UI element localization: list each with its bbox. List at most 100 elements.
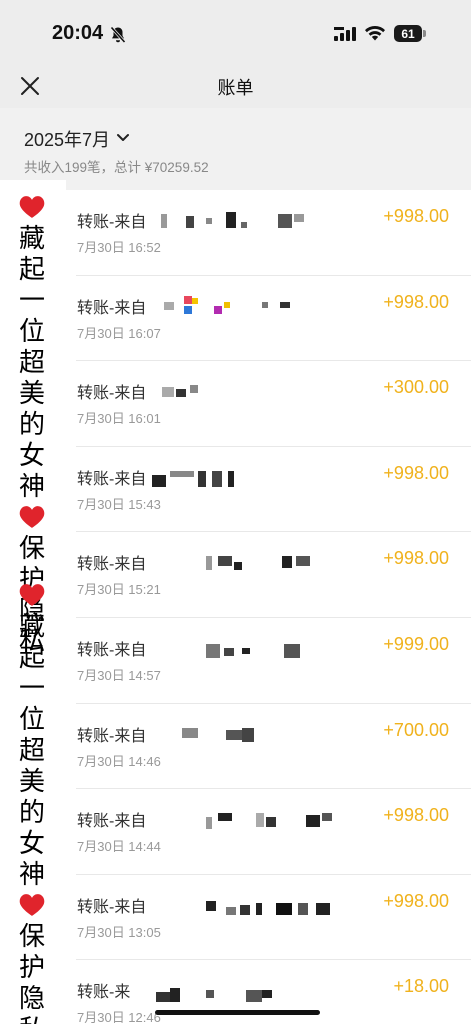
mosaic-pixel bbox=[284, 643, 300, 658]
transaction-time: 7月30日 14:44 bbox=[77, 839, 161, 855]
mosaic-pixel bbox=[206, 990, 214, 999]
mosaic-pixel bbox=[242, 647, 250, 654]
transaction-time: 7月30日 16:52 bbox=[77, 240, 161, 255]
mosaic-pixel bbox=[190, 385, 198, 394]
mosaic-pixel bbox=[226, 729, 242, 740]
transaction-time: 7月30日 16:01 bbox=[77, 411, 161, 427]
transaction-title: 转账-来自 bbox=[77, 898, 147, 916]
transaction-row[interactable]: 转账-来自 7月30日 15:43 +998.00 bbox=[66, 447, 471, 533]
mosaic-pixel bbox=[184, 305, 192, 314]
overlay-char: 位 bbox=[18, 704, 45, 734]
mosaic-pixel bbox=[206, 218, 212, 224]
mosaic-pixel bbox=[246, 990, 262, 1003]
transaction-amount: +998.00 bbox=[383, 890, 449, 911]
mosaic-pixel bbox=[240, 904, 250, 915]
transaction-row[interactable]: 转账-来自 7月30日 16:01 +300.00 bbox=[66, 361, 471, 447]
transaction-row[interactable]: 转账-来自 7月30日 13:05 +998.00 bbox=[66, 875, 471, 961]
status-time: 20:04 bbox=[52, 22, 104, 44]
overlay-char: 神 bbox=[18, 471, 45, 501]
transaction-amount: +998.00 bbox=[383, 206, 449, 226]
mosaic-pixel bbox=[170, 988, 180, 1003]
mosaic-pixel bbox=[218, 813, 232, 822]
transaction-row[interactable]: 转账-来自 7月30日 14:57 +999.00 bbox=[66, 618, 471, 704]
transaction-time: 7月30日 14:57 bbox=[77, 667, 161, 683]
overlay-char: 私 bbox=[16, 1014, 48, 1024]
overlay-char: 藏 bbox=[18, 611, 45, 641]
home-indicator[interactable] bbox=[155, 1010, 320, 1015]
transaction-title: 转账-来自 bbox=[77, 727, 147, 745]
transaction-amount: +999.00 bbox=[383, 633, 449, 654]
overlay-char: 的 bbox=[18, 797, 45, 827]
transaction-amount: +18.00 bbox=[393, 976, 449, 997]
transaction-row[interactable]: 转账-来自 7月30日 16:07 +998.00 bbox=[66, 276, 471, 362]
mosaic-pixel bbox=[226, 906, 236, 915]
overlay-char: 起 bbox=[18, 254, 45, 284]
mosaic-pixel bbox=[306, 815, 320, 828]
mosaic-pixel bbox=[262, 301, 268, 308]
transaction-row[interactable]: 转账-来自 7月30日 14:44 +998.00 bbox=[66, 789, 471, 875]
mosaic-pixel bbox=[278, 214, 292, 228]
page-title: 账单 bbox=[217, 78, 254, 98]
wifi-icon bbox=[364, 24, 386, 46]
mosaic-pixel bbox=[224, 301, 230, 308]
transaction-time: 7月30日 15:43 bbox=[77, 496, 161, 512]
overlay-char: 保 bbox=[18, 921, 45, 951]
transaction-row[interactable]: 转账-来自 7月30日 15:21 +998.00 bbox=[66, 532, 471, 618]
transaction-title: 转账-来自 bbox=[77, 214, 147, 231]
mosaic-pixel bbox=[224, 647, 234, 656]
mosaic-pixel bbox=[218, 556, 232, 567]
mosaic-pixel bbox=[256, 813, 264, 828]
mosaic-pixel bbox=[170, 470, 194, 477]
overlay-char: 超 bbox=[18, 347, 45, 377]
mosaic-pixel bbox=[206, 556, 212, 571]
mosaic-pixel bbox=[282, 556, 292, 569]
mosaic-pixel bbox=[206, 643, 220, 658]
bell-off-icon bbox=[110, 26, 126, 49]
overlay-char: 隐 bbox=[18, 983, 45, 1013]
mosaic-pixel bbox=[256, 902, 262, 915]
mosaic-pixel bbox=[192, 297, 198, 304]
overlay-char: 神 bbox=[18, 859, 45, 889]
heart-icon bbox=[19, 584, 45, 606]
mosaic-pixel bbox=[228, 470, 234, 487]
mosaic-pixel bbox=[266, 817, 276, 828]
mosaic-pixel bbox=[182, 727, 198, 738]
overlay-char: 一 bbox=[18, 673, 45, 703]
overlay-char: 保 bbox=[18, 533, 45, 563]
mosaic-pixel bbox=[298, 902, 308, 915]
mosaic-pixel bbox=[161, 214, 167, 228]
overlay-char: 藏 bbox=[18, 223, 45, 253]
overlay-char: 女 bbox=[18, 828, 45, 858]
transaction-amount: +998.00 bbox=[383, 291, 449, 312]
signal-icon bbox=[334, 27, 356, 46]
transaction-title: 转账-来自 bbox=[77, 556, 147, 574]
mosaic-pixel bbox=[280, 301, 290, 308]
mosaic-pixel bbox=[212, 470, 222, 487]
mosaic-pixel bbox=[262, 990, 272, 999]
status-bar: 20:04 61 bbox=[0, 0, 471, 64]
overlay-char: 的 bbox=[18, 409, 45, 439]
overlay-char: 起 bbox=[18, 642, 45, 672]
overlay-char: 美 bbox=[18, 766, 45, 796]
transaction-title: 转账-来自 bbox=[77, 641, 147, 659]
overlay-char: 美 bbox=[18, 378, 45, 408]
nav-bar: 账单 bbox=[0, 64, 471, 108]
transaction-list: 转账-来自 7月30日 16:52 +998.00 转账-来自 7月30日 16:07 +… bbox=[66, 190, 471, 1024]
transaction-amount: +998.00 bbox=[383, 548, 449, 569]
transaction-row[interactable]: 转账-来自 7月30日 16:52 +998.00 bbox=[66, 190, 471, 276]
transaction-amount: +998.00 bbox=[383, 805, 449, 826]
transaction-time: 7月30日 12:46 bbox=[77, 1010, 161, 1024]
mosaic-pixel bbox=[316, 902, 330, 915]
mosaic-pixel bbox=[164, 301, 174, 310]
month-label: 2025年7月 bbox=[24, 130, 111, 150]
transaction-time: 7月30日 16:07 bbox=[77, 325, 161, 341]
mosaic-pixel bbox=[296, 556, 310, 567]
mosaic-pixel bbox=[156, 992, 170, 1003]
battery-level: 61 bbox=[394, 25, 422, 42]
transaction-amount: +700.00 bbox=[383, 719, 449, 740]
month-selector[interactable]: 2025年7月 bbox=[24, 126, 130, 152]
heart-icon bbox=[19, 196, 45, 218]
transaction-row[interactable]: 转账-来自 7月30日 14:46 +700.00 bbox=[66, 704, 471, 790]
heart-icon bbox=[19, 894, 45, 916]
mosaic-pixel bbox=[226, 212, 236, 228]
